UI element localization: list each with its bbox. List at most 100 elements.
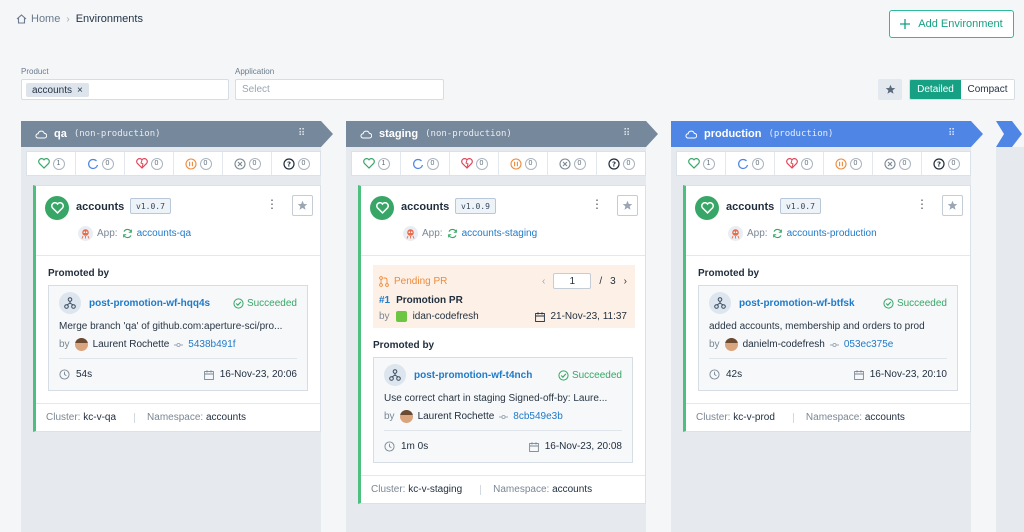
- application-name[interactable]: accounts: [726, 201, 774, 213]
- calendar-icon: [528, 441, 539, 452]
- workflow-status: Succeeded: [883, 298, 947, 309]
- favorite-button[interactable]: [942, 195, 963, 216]
- stat-suspended[interactable]: 0: [499, 152, 548, 175]
- missing-icon: [883, 157, 896, 170]
- commit-author-line: by Laurent Rochette 8cb549e3b: [384, 410, 622, 431]
- stat-count: 0: [524, 157, 537, 170]
- sync-icon: [447, 228, 457, 239]
- pause-icon: [184, 157, 197, 170]
- commit-sha-link[interactable]: 5438b491f: [188, 339, 235, 350]
- cloud-icon: [35, 130, 47, 138]
- breadcrumb-home[interactable]: Home: [16, 13, 60, 25]
- previous-page-icon[interactable]: ‹: [542, 276, 545, 287]
- stat-missing[interactable]: 0: [548, 152, 597, 175]
- drag-handle-icon[interactable]: ⠿: [948, 128, 955, 139]
- favorites-filter-button[interactable]: [878, 79, 902, 100]
- view-detailed-button[interactable]: Detailed: [910, 80, 961, 99]
- argo-icon: [728, 226, 743, 241]
- stat-suspended[interactable]: 0: [824, 152, 873, 175]
- workflow-duration: 42s: [709, 369, 742, 380]
- application-name[interactable]: accounts: [401, 201, 449, 213]
- workflow-footer: 42s 16-Nov-23, 20:10: [709, 359, 947, 390]
- check-circle-icon: [558, 369, 569, 381]
- broken-heart-icon: [460, 158, 473, 169]
- stat-degraded[interactable]: 0: [775, 152, 824, 175]
- argo-app-link[interactable]: accounts-production: [787, 228, 877, 239]
- more-options-icon[interactable]: ⋮: [591, 198, 603, 210]
- application-name[interactable]: accounts: [76, 201, 124, 213]
- missing-icon: [558, 157, 571, 170]
- workflow-name-link[interactable]: post-promotion-wf-hqq4s: [89, 298, 225, 309]
- environment-header: qa (non-production): [35, 121, 161, 147]
- promoted-by-section: Promoted by post-promotion-wf-hqq4s Succ…: [36, 268, 320, 391]
- svg-text:?: ?: [936, 160, 940, 168]
- card-footer: Cluster: kc-v-prod Namespace: accounts: [686, 403, 970, 431]
- commit-author-line: by Laurent Rochette 5438b491f: [59, 338, 297, 359]
- favorite-button[interactable]: [292, 195, 313, 216]
- progressing-icon: [87, 158, 98, 169]
- star-icon: [947, 200, 958, 210]
- stat-degraded[interactable]: 0: [450, 152, 499, 175]
- broken-heart-icon: [135, 158, 148, 169]
- stat-unknown[interactable]: ? 0: [922, 152, 970, 175]
- stat-progressing[interactable]: 0: [76, 152, 125, 175]
- svg-text:?: ?: [611, 160, 615, 168]
- app-label: App:: [747, 228, 768, 239]
- healthy-status-icon: [695, 196, 719, 220]
- stat-missing[interactable]: 0: [223, 152, 272, 175]
- drag-handle-icon[interactable]: ⠿: [623, 128, 630, 139]
- stat-count: 0: [898, 157, 911, 170]
- product-chip: accounts ×: [26, 83, 89, 97]
- environment-name: production: [704, 128, 762, 140]
- promoted-by-title: Promoted by: [698, 268, 760, 279]
- commit-sha-link[interactable]: 053ec375e: [844, 339, 894, 350]
- card-footer: Cluster: kc-v-qa Namespace: accounts: [36, 403, 320, 431]
- drag-handle-icon[interactable]: ⠿: [298, 128, 305, 139]
- commit-message: added accounts, membership and orders to…: [709, 321, 925, 332]
- environment-name: staging: [379, 128, 419, 140]
- stat-progressing[interactable]: 0: [726, 152, 775, 175]
- stat-degraded[interactable]: 0: [125, 152, 174, 175]
- stat-healthy[interactable]: 1: [352, 152, 401, 175]
- stat-healthy[interactable]: 1: [27, 152, 76, 175]
- stat-healthy[interactable]: 1: [677, 152, 726, 175]
- environment-column-qa: qa (non-production) ⠿ 1 0 0 0 0 ? 0 acco…: [21, 121, 333, 532]
- more-options-icon[interactable]: ⋮: [916, 198, 928, 210]
- stat-unknown[interactable]: ? 0: [272, 152, 320, 175]
- argo-app-link[interactable]: accounts-staging: [462, 228, 538, 239]
- calendar-icon: [535, 311, 546, 322]
- promoted-by-title: Promoted by: [373, 340, 435, 351]
- stat-missing[interactable]: 0: [873, 152, 922, 175]
- sync-icon: [772, 228, 782, 239]
- next-page-icon[interactable]: ›: [624, 276, 627, 287]
- product-filter-label: Product: [21, 67, 49, 76]
- workflow-icon: [709, 292, 731, 314]
- add-environment-button[interactable]: Add Environment: [889, 10, 1014, 38]
- stat-progressing[interactable]: 0: [401, 152, 450, 175]
- chip-remove-icon[interactable]: ×: [77, 85, 83, 96]
- argo-app-link[interactable]: accounts-qa: [137, 228, 191, 239]
- argo-app-line: App: accounts-production: [728, 226, 877, 241]
- pending-pr-label: Pending PR: [394, 275, 448, 287]
- commit-sha-link[interactable]: 8cb549e3b: [513, 411, 563, 422]
- argo-icon: [403, 226, 418, 241]
- cluster-value: kc-v-staging: [408, 484, 463, 495]
- application-filter-input[interactable]: Select: [235, 79, 444, 100]
- product-filter-input[interactable]: accounts ×: [21, 79, 229, 100]
- favorite-button[interactable]: [617, 195, 638, 216]
- stat-count: 0: [573, 157, 586, 170]
- workflow-name-link[interactable]: post-promotion-wf-btfsk: [739, 298, 875, 309]
- commit-author-line: by danielm-codefresh 053ec375e: [709, 338, 947, 359]
- stat-unknown[interactable]: ? 0: [597, 152, 645, 175]
- more-options-icon[interactable]: ⋮: [266, 198, 278, 210]
- view-compact-button[interactable]: Compact: [961, 80, 1014, 99]
- stat-suspended[interactable]: 0: [174, 152, 223, 175]
- pr-title[interactable]: Promotion PR: [396, 295, 463, 306]
- heart-icon: [362, 158, 375, 169]
- pr-number[interactable]: #1: [379, 295, 390, 306]
- pr-page-input[interactable]: 1: [553, 273, 592, 289]
- commit-icon: [174, 342, 184, 347]
- workflow-name-link[interactable]: post-promotion-wf-t4nch: [414, 370, 550, 381]
- stat-count: 0: [849, 157, 862, 170]
- pause-icon: [509, 157, 522, 170]
